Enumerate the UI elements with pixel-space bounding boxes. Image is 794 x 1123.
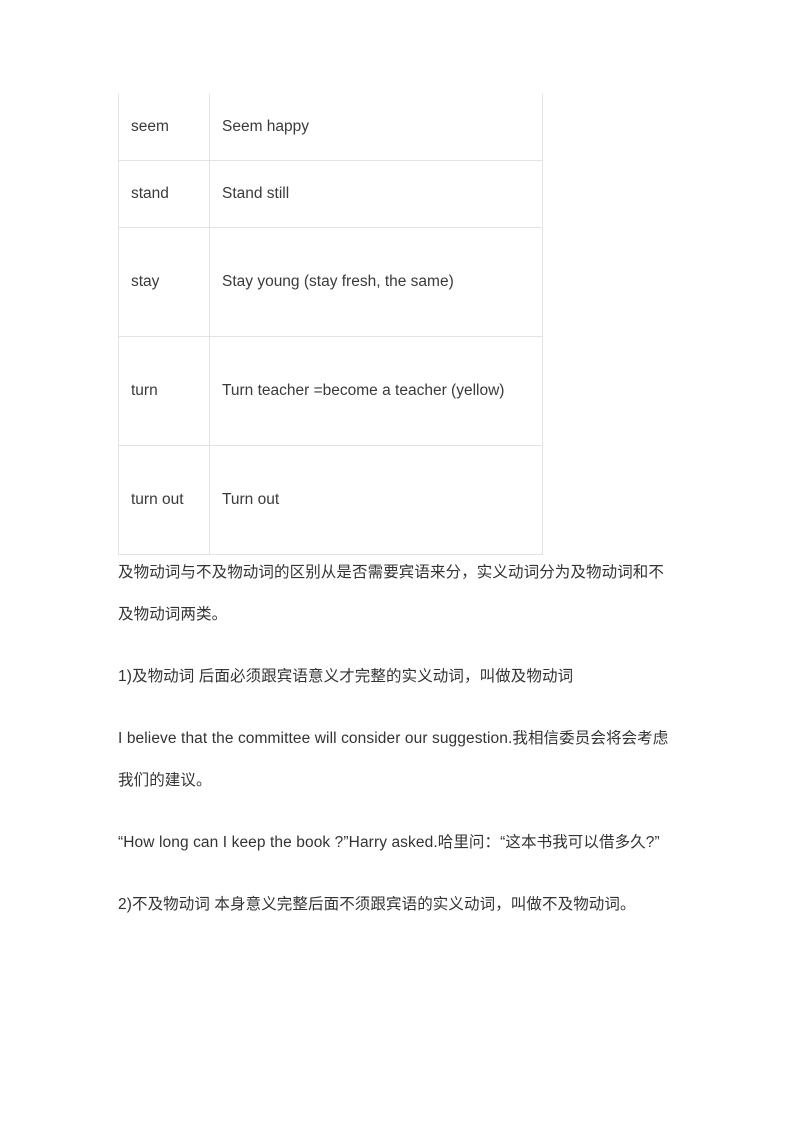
table-cell-term: seem <box>118 94 210 161</box>
paragraph-transitive-intro: 及物动词与不及物动词的区别从是否需要宾语来分，实义动词分为及物动词和不及物动词两… <box>118 564 665 623</box>
table-row: stay Stay young (stay fresh, the same) <box>118 227 543 337</box>
table-row: seem Seem happy <box>118 94 543 161</box>
table-row: turn Turn teacher =become a teacher (yel… <box>118 336 543 446</box>
table-cell-term: stand <box>118 160 210 228</box>
table-row: stand Stand still <box>118 160 543 228</box>
table-cell-example: Turn teacher =become a teacher (yellow) <box>209 336 543 446</box>
table-cell-example: Stand still <box>209 160 543 228</box>
verb-table: seem Seem happy stand Stand still stay S… <box>118 94 543 555</box>
paragraph-example-howlong: “How long can I keep the book ?”Harry as… <box>118 834 660 851</box>
table-cell-term: stay <box>118 227 210 337</box>
table-cell-example: Turn out <box>209 445 543 555</box>
verb-table-container: seem Seem happy stand Stand still stay S… <box>118 94 543 555</box>
paragraph-transitive-definition: 1)及物动词 后面必须跟宾语意义才完整的实义动词，叫做及物动词 <box>118 668 574 685</box>
table-row: turn out Turn out <box>118 445 543 555</box>
table-cell-term: turn <box>118 336 210 446</box>
table-cell-term: turn out <box>118 445 210 555</box>
paragraph-example-believe: I believe that the committee will consid… <box>118 730 669 789</box>
document-page: seem Seem happy stand Stand still stay S… <box>0 0 794 1123</box>
body-copy: 及物动词与不及物动词的区别从是否需要宾语来分，实义动词分为及物动词和不及物动词两… <box>118 552 678 926</box>
table-cell-example: Stay young (stay fresh, the same) <box>209 227 543 337</box>
table-cell-example: Seem happy <box>209 94 543 161</box>
paragraph-intransitive-definition: 2)不及物动词 本身意义完整后面不须跟宾语的实义动词，叫做不及物动词。 <box>118 896 636 913</box>
verb-table-body: seem Seem happy stand Stand still stay S… <box>118 94 543 555</box>
